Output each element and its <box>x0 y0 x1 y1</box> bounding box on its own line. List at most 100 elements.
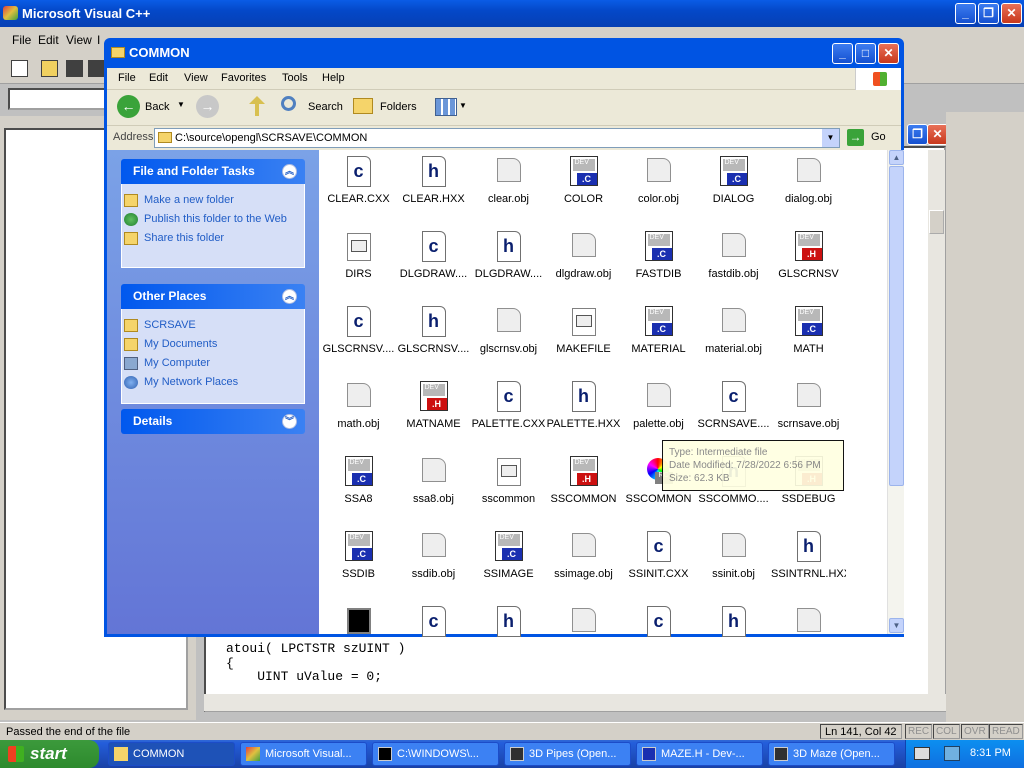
up-folder-icon[interactable] <box>249 96 265 116</box>
file-item[interactable]: DEV .C FASTDIB <box>621 231 696 280</box>
file-item[interactable]: DIRS <box>321 231 396 280</box>
explorer-title-bar[interactable]: COMMON _ □ ✕ <box>107 38 901 68</box>
file-item[interactable]: c GLSCRNSV.... <box>321 306 396 355</box>
vc-editor-scrollbar[interactable] <box>928 150 945 694</box>
vc-workspace-combo[interactable] <box>8 88 108 110</box>
file-item[interactable]: c SSINIT.CXX <box>621 531 696 580</box>
back-button[interactable]: Back <box>145 101 169 113</box>
file-item[interactable]: h GLSCRNSV.... <box>396 306 471 355</box>
file-item[interactable]: c <box>396 606 471 638</box>
menu-tools[interactable]: Tools <box>282 72 308 84</box>
scroll-up-icon[interactable]: ▲ <box>889 150 904 165</box>
explorer-maximize-button[interactable]: □ <box>855 43 876 64</box>
details-header[interactable]: Details ︾ <box>121 409 305 434</box>
file-item[interactable]: ssa8.obj <box>396 456 471 505</box>
menu-edit[interactable]: Edit <box>149 72 168 84</box>
file-item[interactable]: ssinit.obj <box>696 531 771 580</box>
file-item[interactable]: DEV .C SSIMAGE <box>471 531 546 580</box>
file-item[interactable]: h CLEAR.HXX <box>396 156 471 205</box>
file-item[interactable]: material.obj <box>696 306 771 355</box>
file-item[interactable]: clear.obj <box>471 156 546 205</box>
share-folder-link[interactable]: Share this folder <box>122 232 296 245</box>
file-item[interactable]: fastdib.obj <box>696 231 771 280</box>
file-item[interactable]: scrnsave.obj <box>771 381 846 430</box>
file-item[interactable]: DEV .H SSCOMMON <box>546 456 621 505</box>
taskbar-button-3d-maze[interactable]: 3D Maze (Open... <box>768 742 895 766</box>
file-item[interactable]: palette.obj <box>621 381 696 430</box>
search-icon[interactable] <box>281 96 296 111</box>
save-icon[interactable] <box>66 60 83 77</box>
file-item[interactable]: h DLGDRAW.... <box>471 231 546 280</box>
file-item[interactable] <box>546 606 621 638</box>
vc-menu-file[interactable]: File <box>12 33 31 47</box>
vc-editor-hscrollbar[interactable] <box>204 694 946 711</box>
file-item[interactable]: h <box>696 606 771 638</box>
back-dropdown-icon[interactable]: ▼ <box>177 100 185 109</box>
vc-menu-edit[interactable]: Edit <box>38 33 59 47</box>
collapse-chevron-icon[interactable]: ︽ <box>282 289 297 304</box>
menu-view[interactable]: View <box>184 72 208 84</box>
go-arrow-icon[interactable]: → <box>847 129 864 146</box>
views-dropdown-icon[interactable]: ▼ <box>459 101 467 110</box>
views-icon[interactable] <box>435 98 457 116</box>
file-item[interactable]: MAKEFILE <box>546 306 621 355</box>
vc-doc-restore-button[interactable]: ❐ <box>907 124 928 145</box>
file-item[interactable] <box>321 606 396 638</box>
save-all-icon[interactable] <box>88 60 105 77</box>
search-button[interactable]: Search <box>308 101 343 113</box>
explorer-minimize-button[interactable]: _ <box>832 43 853 64</box>
file-item[interactable]: sscommon <box>471 456 546 505</box>
file-item[interactable]: c DLGDRAW.... <box>396 231 471 280</box>
file-item[interactable]: c PALETTE.CXX <box>471 381 546 430</box>
file-item[interactable]: color.obj <box>621 156 696 205</box>
file-item[interactable]: c CLEAR.CXX <box>321 156 396 205</box>
forward-arrow-icon[interactable]: → <box>196 95 219 118</box>
taskbar-button-3d-pipes[interactable]: 3D Pipes (Open... <box>504 742 631 766</box>
expand-chevron-icon[interactable]: ︾ <box>282 414 297 429</box>
taskbar-button-command-prompt[interactable]: C:\WINDOWS\... <box>372 742 499 766</box>
keyboard-icon[interactable] <box>914 747 930 760</box>
file-item[interactable]: ssimage.obj <box>546 531 621 580</box>
vc-maximize-button[interactable]: ❐ <box>978 3 999 24</box>
file-item[interactable]: DEV .C DIALOG <box>696 156 771 205</box>
menu-help[interactable]: Help <box>322 72 345 84</box>
file-item[interactable]: DEV .H GLSCRNSV <box>771 231 846 280</box>
file-item[interactable]: h SSINTRNL.HXX <box>771 531 846 580</box>
vc-close-button[interactable]: ✕ <box>1001 3 1022 24</box>
file-item[interactable]: h PALETTE.HXX <box>546 381 621 430</box>
publish-folder-link[interactable]: Publish this folder to the Web <box>122 213 296 226</box>
file-item[interactable]: dialog.obj <box>771 156 846 205</box>
back-arrow-icon[interactable]: ← <box>117 95 140 118</box>
clock[interactable]: 8:31 PM <box>970 747 1011 759</box>
other-place-network[interactable]: My Network Places <box>122 376 296 389</box>
file-folder-tasks-header[interactable]: File and Folder Tasks ︽ <box>121 159 305 184</box>
file-item[interactable]: DEV .C MATERIAL <box>621 306 696 355</box>
menu-favorites[interactable]: Favorites <box>221 72 266 84</box>
make-new-folder-link[interactable]: Make a new folder <box>122 194 296 207</box>
taskbar-button-maze-h[interactable]: MAZE.H - Dev-... <box>636 742 763 766</box>
network-tray-icon[interactable] <box>944 746 960 761</box>
scroll-down-icon[interactable]: ▼ <box>889 618 904 633</box>
address-dropdown-icon[interactable]: ▼ <box>822 129 839 147</box>
file-item[interactable]: DEV .C COLOR <box>546 156 621 205</box>
folders-icon[interactable] <box>353 98 373 114</box>
file-item[interactable] <box>771 606 846 638</box>
menu-file[interactable]: File <box>118 72 136 84</box>
go-button[interactable]: Go <box>871 131 886 143</box>
file-item[interactable]: DEV .C SSA8 <box>321 456 396 505</box>
file-item[interactable]: DEV .H MATNAME <box>396 381 471 430</box>
file-item[interactable]: DEV .C MATH <box>771 306 846 355</box>
file-list-scrollbar[interactable]: ▲ ▼ <box>887 150 904 634</box>
open-folder-icon[interactable] <box>41 60 58 77</box>
explorer-close-button[interactable]: ✕ <box>878 43 899 64</box>
vc-menu-view[interactable]: View <box>66 33 92 47</box>
other-place-scrsave[interactable]: SCRSAVE <box>122 319 296 332</box>
vc-doc-close-button[interactable]: ✕ <box>927 124 948 145</box>
vc-title-bar[interactable]: Microsoft Visual C++ <box>0 0 1024 27</box>
new-file-icon[interactable] <box>11 60 28 77</box>
file-item[interactable]: c <box>621 606 696 638</box>
file-item[interactable]: dlgdraw.obj <box>546 231 621 280</box>
file-item[interactable]: h <box>471 606 546 638</box>
other-places-header[interactable]: Other Places ︽ <box>121 284 305 309</box>
other-place-my-documents[interactable]: My Documents <box>122 338 296 351</box>
